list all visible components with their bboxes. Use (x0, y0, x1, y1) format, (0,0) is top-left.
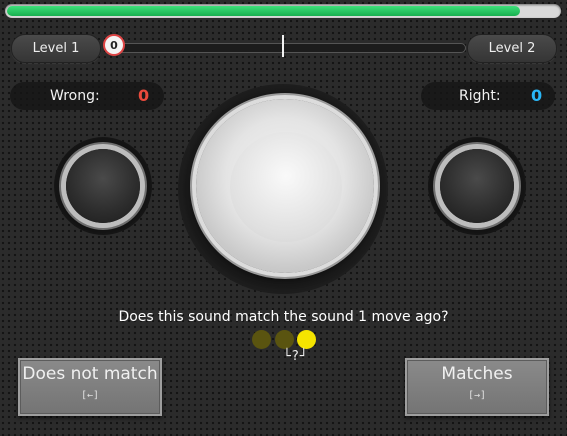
level-1-button[interactable]: Level 1 (11, 34, 101, 63)
slider-center-marker (282, 35, 284, 57)
matches-button[interactable]: Matches [→] (405, 358, 549, 416)
left-speaker-button[interactable] (66, 149, 140, 223)
history-dot (252, 330, 271, 349)
does-not-match-button[interactable]: Does not match [←] (18, 358, 162, 416)
progress-bar (5, 4, 561, 18)
level-slider-track[interactable] (104, 43, 466, 53)
right-count: 0 (531, 86, 543, 105)
level-2-button[interactable]: Level 2 (467, 34, 557, 63)
level-2-label: Level 2 (488, 41, 536, 56)
wrong-label: Wrong: (50, 88, 100, 104)
progress-fill (7, 6, 520, 16)
does-not-match-label: Does not match (22, 364, 158, 384)
right-label: Right: (459, 88, 501, 104)
question-text: Does this sound match the sound 1 move a… (118, 309, 449, 325)
slider-value: 0 (110, 38, 118, 52)
level-slider-knob[interactable]: 0 (103, 34, 125, 56)
right-speaker-button[interactable] (440, 149, 514, 223)
main-speaker-cone (230, 132, 342, 242)
left-arrow-key-hint: [←] (80, 390, 100, 401)
right-arrow-key-hint: [→] (467, 390, 487, 401)
history-dot-current (297, 330, 316, 349)
history-dot (275, 330, 294, 349)
matches-label: Matches (441, 364, 513, 384)
level-1-label: Level 1 (32, 41, 80, 56)
wrong-count: 0 (138, 86, 150, 105)
unknown-marker: └?┘ (283, 349, 309, 364)
